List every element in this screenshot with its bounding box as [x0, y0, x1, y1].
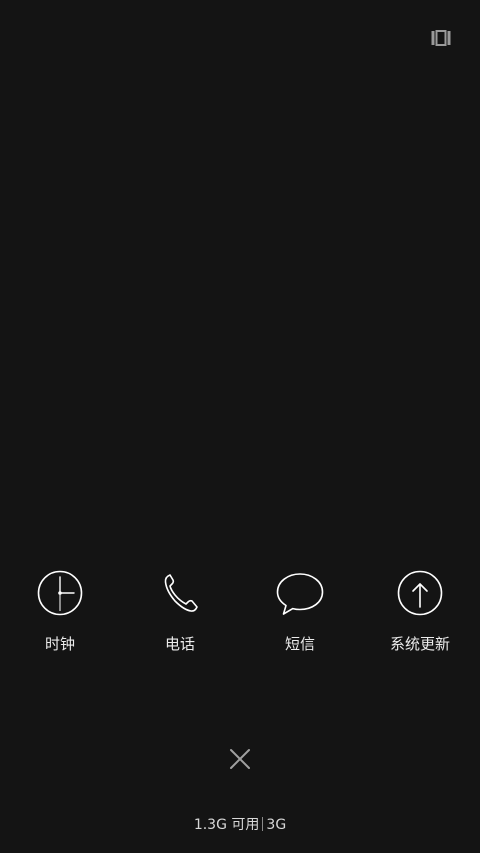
recent-apps-row: 时钟 电话 短信 系统更新	[0, 569, 480, 661]
memory-available: 1.3G 可用	[193, 817, 260, 833]
app-system-update[interactable]: 系统更新	[360, 569, 480, 661]
message-icon	[276, 569, 324, 617]
memory-divider	[262, 817, 264, 831]
app-manager-button[interactable]	[426, 27, 456, 49]
app-phone-label: 电话	[164, 635, 195, 653]
app-phone[interactable]: 电话	[120, 569, 240, 661]
app-clock[interactable]: 时钟	[0, 569, 120, 661]
memory-total: 3G	[266, 817, 287, 833]
app-clock-label: 时钟	[44, 635, 75, 653]
update-icon	[396, 569, 444, 617]
clock-icon	[36, 569, 84, 617]
phone-icon	[156, 569, 204, 617]
close-icon	[230, 749, 250, 769]
app-messages-label: 短信	[284, 635, 315, 653]
app-system-update-label: 系统更新	[389, 635, 450, 653]
memory-status: 1.3G 可用 3G	[0, 815, 480, 835]
app-manager-icon	[431, 30, 451, 46]
app-messages[interactable]: 短信	[240, 569, 360, 661]
clear-all-button[interactable]	[225, 744, 255, 774]
